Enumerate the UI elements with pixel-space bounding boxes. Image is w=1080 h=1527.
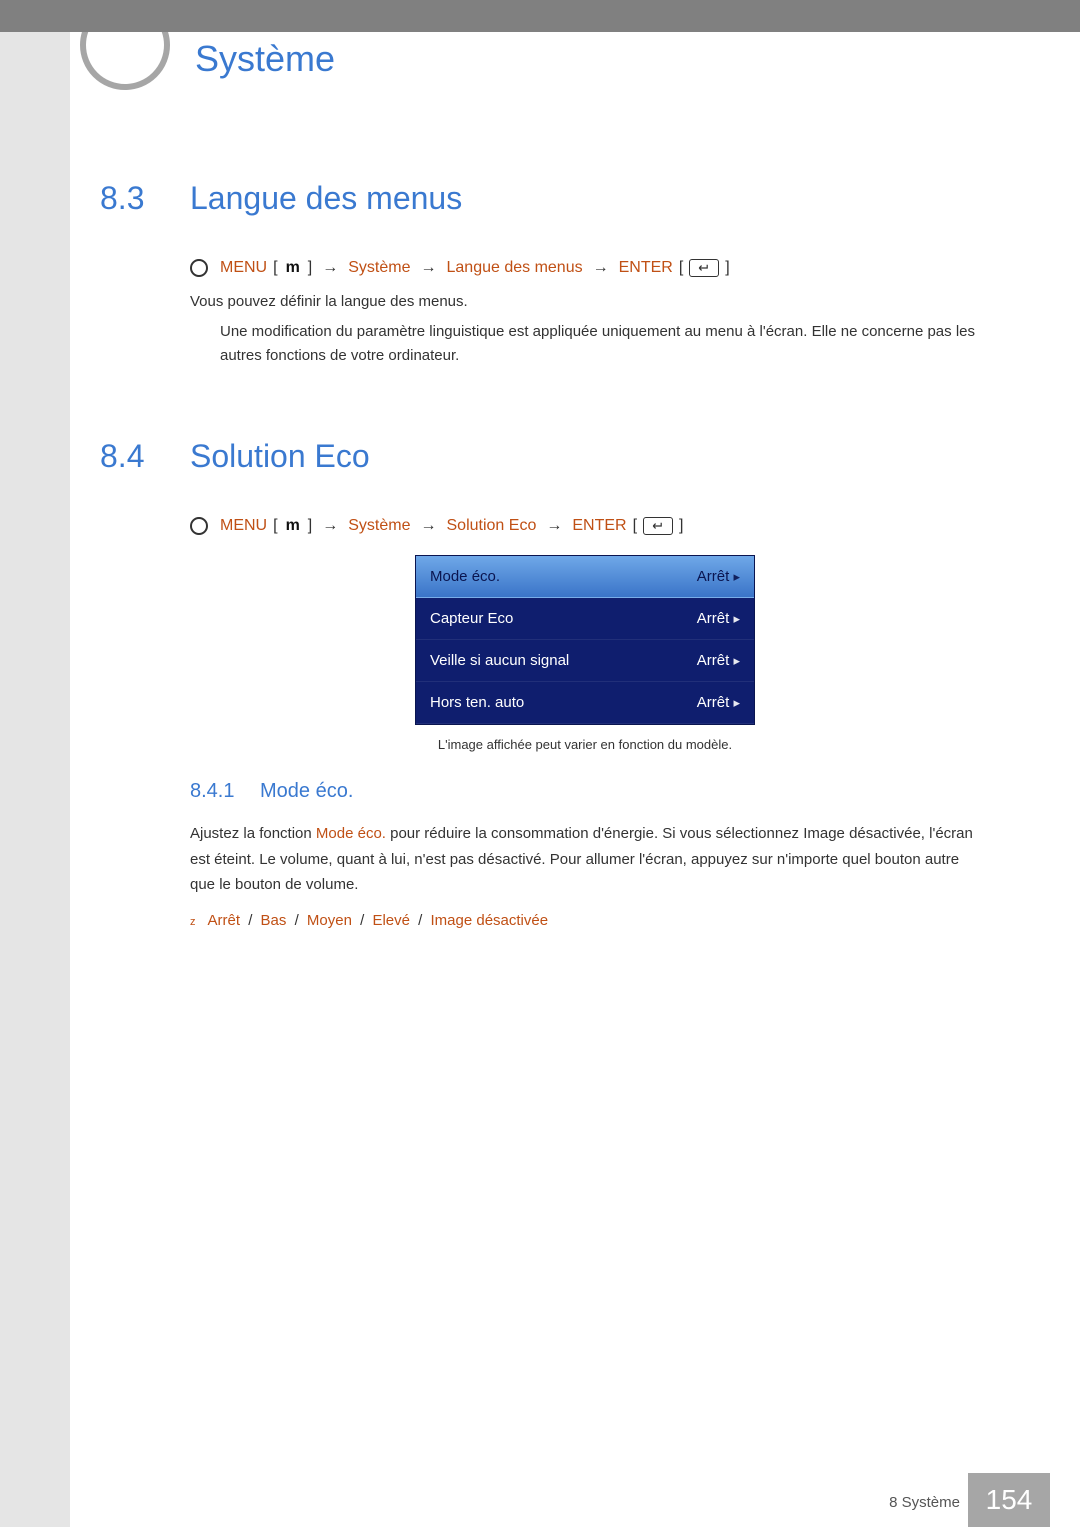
bracket-close: ] xyxy=(725,259,729,277)
option-arret: Arrêt xyxy=(208,912,241,929)
footer-page-number: 154 xyxy=(968,1473,1050,1527)
subsection-8-4-1-header: 8.4.1 Mode éco. xyxy=(190,780,980,803)
arrow-icon: → xyxy=(318,259,342,277)
bracket-open: [ xyxy=(679,259,683,277)
nav-path-item: Solution Eco xyxy=(447,517,537,535)
osd-row-capteur-eco[interactable]: Capteur Eco Arrêt ▸ xyxy=(416,598,754,640)
nav-system: Système xyxy=(348,517,410,535)
section-8-3-desc: Vous pouvez définir la langue des menus. xyxy=(190,293,980,310)
option-bas: Bas xyxy=(261,912,287,929)
left-margin-stripe xyxy=(0,0,70,1527)
osd-row-label: Capteur Eco xyxy=(430,610,513,627)
subsection-number: 8.4.1 xyxy=(190,780,260,803)
page-footer: 8 Système 154 xyxy=(0,1473,1080,1527)
bracket-open: [ xyxy=(273,259,277,277)
osd-row-value: Arrêt ▸ xyxy=(697,610,740,627)
arrow-icon: → xyxy=(417,259,441,277)
subsection-8-4-1-para: Ajustez la fonction Mode éco. pour rédui… xyxy=(190,821,980,898)
arrow-icon: → xyxy=(318,517,342,535)
arrow-icon: → xyxy=(589,259,613,277)
section-title: Solution Eco xyxy=(190,438,370,475)
separator: / xyxy=(356,912,368,929)
section-title: Langue des menus xyxy=(190,180,462,217)
page-content: 8.3 Langue des menus MENU [ m ] → Systèm… xyxy=(100,180,980,932)
top-grey-bar xyxy=(0,0,1080,32)
nav-system: Système xyxy=(348,259,410,277)
section-number: 8.4 xyxy=(100,438,190,475)
separator: / xyxy=(291,912,303,929)
osd-row-value: Arrêt ▸ xyxy=(697,652,740,669)
nav-enter-label: ENTER xyxy=(619,259,673,277)
osd-row-label: Hors ten. auto xyxy=(430,694,524,711)
nav-path-8-4: MENU [ m ] → Système → Solution Eco → EN… xyxy=(190,517,980,535)
osd-row-label: Mode éco. xyxy=(430,568,500,585)
marker-icon xyxy=(190,259,208,277)
nav-menu-label: MENU xyxy=(220,259,267,277)
enter-icon xyxy=(643,517,673,535)
section-8-4-header: 8.4 Solution Eco xyxy=(100,438,980,475)
option-moyen: Moyen xyxy=(307,912,352,929)
chevron-right-icon: ▸ xyxy=(733,653,740,668)
options-list: z Arrêt / Bas / Moyen / Elevé / Image dé… xyxy=(190,912,980,932)
osd-row-hors-ten-auto[interactable]: Hors ten. auto Arrêt ▸ xyxy=(416,682,754,724)
nav-path-item: Langue des menus xyxy=(447,259,583,277)
bullet-icon: z xyxy=(190,912,196,932)
section-8-3-note: Une modification du paramètre linguistiq… xyxy=(220,320,980,368)
osd-row-mode-eco[interactable]: Mode éco. Arrêt ▸ xyxy=(416,556,754,598)
osd-row-veille[interactable]: Veille si aucun signal Arrêt ▸ xyxy=(416,640,754,682)
osd-row-value: Arrêt ▸ xyxy=(697,568,740,585)
chevron-right-icon: ▸ xyxy=(733,611,740,626)
footer-chapter-label: 8 Système xyxy=(889,1494,960,1511)
osd-row-label: Veille si aucun signal xyxy=(430,652,569,669)
subsection-title: Mode éco. xyxy=(260,780,353,803)
chevron-right-icon: ▸ xyxy=(733,569,740,584)
bracket-close: ] xyxy=(308,517,312,535)
osd-caption: L'image affichée peut varier en fonction… xyxy=(190,737,980,752)
nav-menu-label: MENU xyxy=(220,517,267,535)
arrow-icon: → xyxy=(417,517,441,535)
enter-icon xyxy=(689,259,719,277)
bracket-open: [ xyxy=(633,517,637,535)
section-number: 8.3 xyxy=(100,180,190,217)
section-8-4-body: MENU [ m ] → Système → Solution Eco → EN… xyxy=(190,517,980,932)
menu-glyph-icon: m xyxy=(284,259,302,277)
arrow-icon: → xyxy=(542,517,566,535)
nav-path-8-3: MENU [ m ] → Système → Langue des menus … xyxy=(190,259,980,277)
option-eleve: Elevé xyxy=(372,912,410,929)
osd-menu-panel: Mode éco. Arrêt ▸ Capteur Eco Arrêt ▸ Ve… xyxy=(415,555,755,725)
chapter-title: Système xyxy=(195,38,335,80)
bracket-open: [ xyxy=(273,517,277,535)
separator: / xyxy=(414,912,426,929)
section-8-3-body: MENU [ m ] → Système → Langue des menus … xyxy=(190,259,980,368)
separator: / xyxy=(244,912,256,929)
bracket-close: ] xyxy=(308,259,312,277)
option-image-desactivee: Image désactivée xyxy=(431,912,549,929)
highlight-mode-eco: Mode éco. xyxy=(316,825,386,842)
options-inline: Arrêt / Bas / Moyen / Elevé / Image désa… xyxy=(208,912,549,929)
menu-glyph-icon: m xyxy=(284,517,302,535)
section-8-3-header: 8.3 Langue des menus xyxy=(100,180,980,217)
marker-icon xyxy=(190,517,208,535)
chevron-right-icon: ▸ xyxy=(733,695,740,710)
spacer xyxy=(100,378,980,438)
bracket-close: ] xyxy=(679,517,683,535)
nav-enter-label: ENTER xyxy=(572,517,626,535)
osd-row-value: Arrêt ▸ xyxy=(697,694,740,711)
